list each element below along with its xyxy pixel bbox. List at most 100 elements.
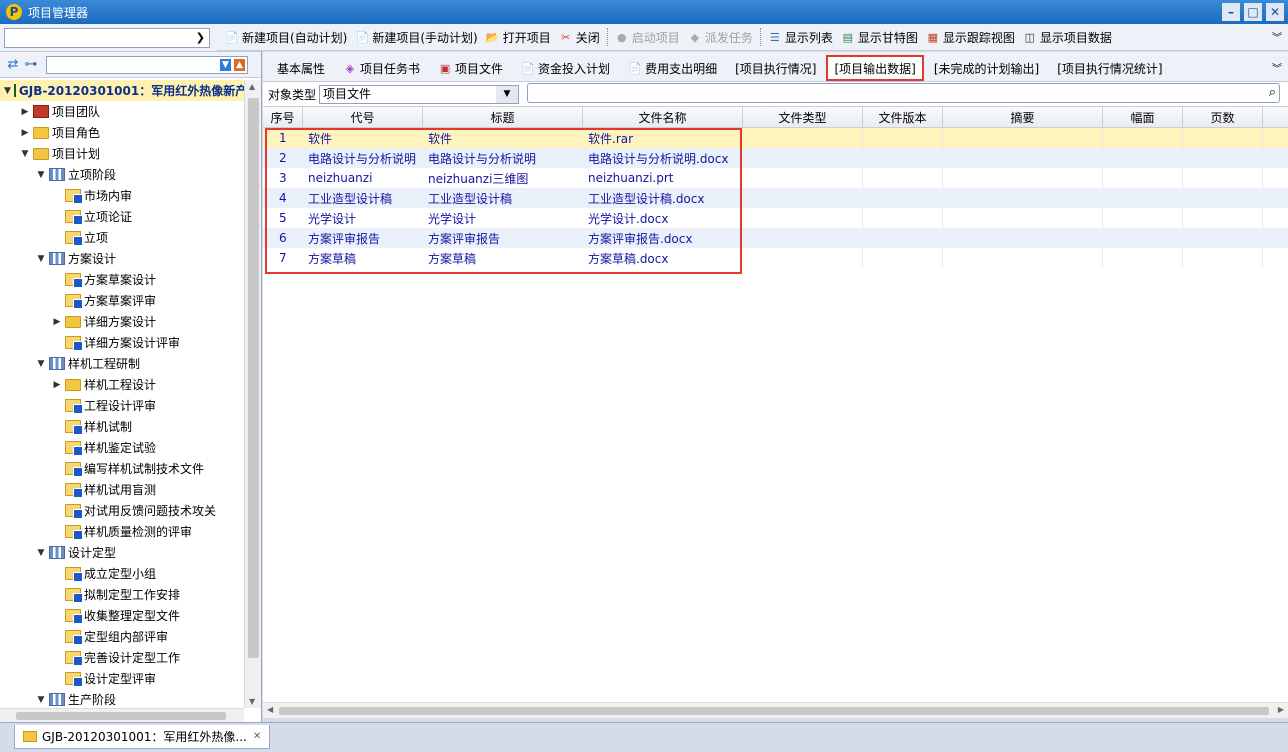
expanded-arrow-icon[interactable]: ▼ <box>4 86 11 96</box>
tree-item[interactable]: ▼ 样机工程研制 <box>0 353 244 374</box>
tree-item[interactable]: 完善设计定型工作 <box>0 647 244 668</box>
table-cell: 6 <box>279 231 287 245</box>
expanded-arrow-icon[interactable]: ▼ <box>36 695 46 705</box>
tab-0[interactable]: 基本属性 <box>269 55 333 81</box>
tree-item[interactable]: ▶ 项目团队 <box>0 101 244 122</box>
tree-item[interactable]: ▼ 生产阶段 <box>0 689 244 708</box>
tree-item[interactable]: 样机试制 <box>0 416 244 437</box>
column-header[interactable]: 摘要 <box>943 107 1103 127</box>
chevron-down-icon[interactable]: ▼ <box>496 85 519 103</box>
tree-structure-icon[interactable]: ⊶ <box>22 56 40 74</box>
tree-item[interactable]: ▼ GJB-20120301001：军用红外热像新产品 <box>0 80 244 101</box>
expanded-arrow-icon[interactable]: ▼ <box>36 548 46 558</box>
collapsed-arrow-icon[interactable]: ▶ <box>52 317 62 327</box>
column-header[interactable]: 序号 <box>263 107 303 127</box>
column-header[interactable]: 页数 <box>1183 107 1263 127</box>
arrow-down-icon[interactable]: ▼ <box>220 58 231 71</box>
tree-item[interactable]: 样机质量检测的评审 <box>0 521 244 542</box>
expanded-arrow-icon[interactable]: ▼ <box>36 170 46 180</box>
search-icon[interactable]: ⌕ <box>1269 85 1276 100</box>
tree-item[interactable]: ▼ 立项阶段 <box>0 164 244 185</box>
column-header[interactable]: 标题 <box>423 107 583 127</box>
tree-item[interactable]: 详细方案设计评审 <box>0 332 244 353</box>
tab-4[interactable]: 📄 费用支出明细 <box>620 55 725 81</box>
refresh-icon[interactable]: ⇄ <box>4 56 22 74</box>
tree-item[interactable]: ▶ 样机工程设计 <box>0 374 244 395</box>
toolbar-button-6[interactable]: ☰ 显示列表 <box>764 26 837 48</box>
tree-item[interactable]: ▶ 项目角色 <box>0 122 244 143</box>
tree-item[interactable]: 市场内审 <box>0 185 244 206</box>
column-header[interactable]: 幅面 <box>1103 107 1183 127</box>
grid-horizontal-scrollbar[interactable]: ◀ ▶ <box>263 702 1288 718</box>
expanded-arrow-icon[interactable]: ▼ <box>20 149 30 159</box>
tree-item[interactable]: 对试用反馈问题技术攻关 <box>0 500 244 521</box>
arrow-up-icon[interactable]: ▲ <box>234 58 245 71</box>
toolbar-overflow-icon[interactable]: ︾ <box>1272 29 1282 44</box>
project-combo[interactable]: ❯ <box>4 27 210 48</box>
tree-item[interactable]: 方案草案评审 <box>0 290 244 311</box>
close-window-icon[interactable]: ✕ <box>1266 3 1284 21</box>
tree-item[interactable]: ▼ 设计定型 <box>0 542 244 563</box>
tree-item[interactable]: 立项 <box>0 227 244 248</box>
tree-horizontal-scrollbar[interactable] <box>0 708 244 722</box>
table-row[interactable]: 7 方案草稿 方案草稿 方案草稿.docx <box>263 248 1288 268</box>
tab-8[interactable]: [项目执行情况统计] <box>1049 55 1170 81</box>
table-row[interactable]: 2 电路设计与分析说明 电路设计与分析说明 电路设计与分析说明.docx <box>263 148 1288 168</box>
close-tab-icon[interactable]: ✕ <box>253 731 261 742</box>
toolbar-button-9[interactable]: ◫ 显示项目数据 <box>1019 26 1116 48</box>
collapsed-arrow-icon[interactable]: ▶ <box>20 128 30 138</box>
chevron-down-icon[interactable]: ❯ <box>196 31 205 44</box>
collapsed-arrow-icon[interactable]: ▶ <box>52 380 62 390</box>
tree-item[interactable]: 方案草案设计 <box>0 269 244 290</box>
toolbar-button-4[interactable]: ● 启动项目 <box>611 26 684 48</box>
grid-search-input[interactable]: ⌕ <box>527 83 1280 103</box>
tree-item[interactable]: 样机试用盲测 <box>0 479 244 500</box>
table-row[interactable]: 5 光学设计 光学设计 光学设计.docx <box>263 208 1288 228</box>
tree-item[interactable]: 定型组内部评审 <box>0 626 244 647</box>
tree-item[interactable]: 立项论证 <box>0 206 244 227</box>
tree-item[interactable]: 拟制定型工作安排 <box>0 584 244 605</box>
toolbar-button-1[interactable]: 📄 新建项目(手动计划) <box>351 26 481 48</box>
toolbar-button-0[interactable]: 📄 新建项目(自动计划) <box>221 26 351 48</box>
table-row[interactable]: 6 方案评审报告 方案评审报告 方案评审报告.docx <box>263 228 1288 248</box>
tree-item[interactable]: 工程设计评审 <box>0 395 244 416</box>
tab-5[interactable]: [项目执行情况] <box>727 55 824 81</box>
tab-2[interactable]: ▣ 项目文件 <box>430 55 511 81</box>
toolbar-button-7[interactable]: ▤ 显示甘特图 <box>837 26 922 48</box>
expanded-arrow-icon[interactable]: ▼ <box>36 359 46 369</box>
tree-item[interactable]: ▼ 方案设计 <box>0 248 244 269</box>
table-row[interactable]: 3 neizhuanzi neizhuanzi三维图 neizhuanzi.prt <box>263 168 1288 188</box>
column-header[interactable]: 文件版本 <box>863 107 943 127</box>
tree-item[interactable]: 编写样机试制技术文件 <box>0 458 244 479</box>
tab-1[interactable]: ◈ 项目任务书 <box>335 55 428 81</box>
tab-7[interactable]: [未完成的计划输出] <box>926 55 1047 81</box>
maximize-icon[interactable]: □ <box>1244 3 1262 21</box>
table-cell <box>943 188 1103 208</box>
tree-item[interactable]: 成立定型小组 <box>0 563 244 584</box>
table-row[interactable]: 1 软件 软件 软件.rar <box>263 128 1288 148</box>
tree-item[interactable]: ▶ 详细方案设计 <box>0 311 244 332</box>
column-header[interactable]: 文件类型 <box>743 107 863 127</box>
toolbar-button-5[interactable]: ◆ 派发任务 <box>684 26 757 48</box>
tab-3[interactable]: 📄 资金投入计划 <box>513 55 618 81</box>
table-row[interactable]: 4 工业造型设计稿 工业造型设计稿 工业造型设计稿.docx <box>263 188 1288 208</box>
project-document-tab[interactable]: GJB-20120301001：军用红外热像... ✕ <box>14 725 271 749</box>
expanded-arrow-icon[interactable]: ▼ <box>36 254 46 264</box>
tab-6[interactable]: [项目输出数据] <box>826 55 924 81</box>
tree-item[interactable]: ▼ 项目计划 <box>0 143 244 164</box>
column-header[interactable]: 文件名称 <box>583 107 743 127</box>
column-header[interactable]: 代号 <box>303 107 423 127</box>
minimize-icon[interactable]: – <box>1222 3 1240 21</box>
object-type-select[interactable]: 项目文件 ▼ <box>319 84 520 104</box>
toolbar-button-8[interactable]: ▦ 显示跟踪视图 <box>922 26 1019 48</box>
doc-icon: 📄 <box>521 61 535 75</box>
tree-item[interactable]: 样机鉴定试验 <box>0 437 244 458</box>
tree-item[interactable]: 设计定型评审 <box>0 668 244 689</box>
toolbar-button-3[interactable]: ✂ 关闭 <box>555 26 604 48</box>
tree-item[interactable]: 收集整理定型文件 <box>0 605 244 626</box>
tabs-overflow-icon[interactable]: ︾ <box>1272 60 1282 75</box>
tree-vertical-scrollbar[interactable]: ▲ ▼ <box>244 80 261 708</box>
toolbar-button-2[interactable]: 📂 打开项目 <box>482 26 555 48</box>
tree-search-input[interactable]: ▼ ▲ <box>46 55 248 74</box>
collapsed-arrow-icon[interactable]: ▶ <box>20 107 30 117</box>
